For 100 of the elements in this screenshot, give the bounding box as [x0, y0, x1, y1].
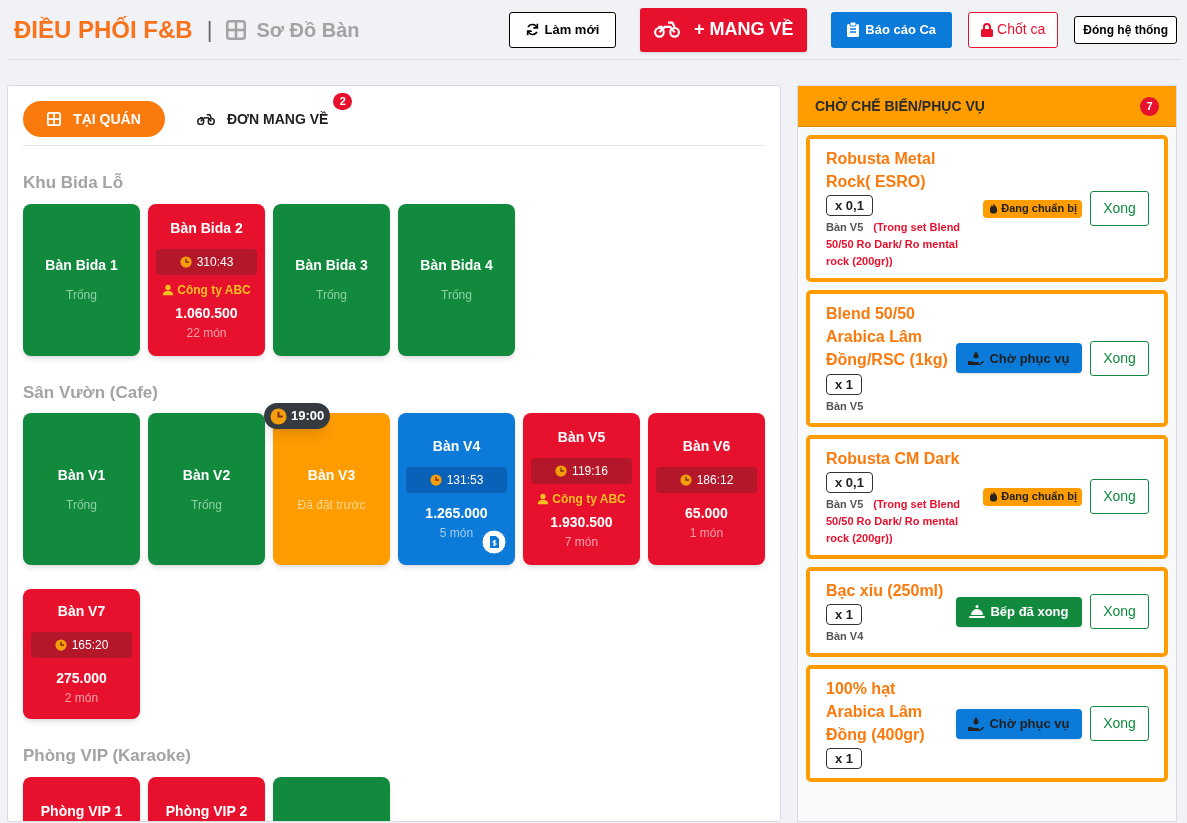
table-card[interactable]: Bàn Bida 3 Trống [273, 203, 390, 356]
done-button[interactable]: Xong [1090, 706, 1149, 742]
table-name: Bàn V1 [57, 465, 106, 485]
refresh-icon [525, 23, 539, 36]
table-status: Trống [316, 287, 347, 304]
elapsed-time: 310:43 [196, 253, 234, 271]
item-name: Blend 50/50 Arabica Lâm Đồng/RSC (1kg) [826, 304, 949, 371]
item-details: Bàn V5 [826, 398, 865, 414]
item-name: Bạc xỉu (250ml) [826, 580, 944, 601]
done-button[interactable]: Xong [1090, 479, 1149, 515]
item-count: 5 món [439, 525, 474, 542]
preparing-badge: Đang chuẩn bị [983, 199, 1082, 218]
table-total: 65.000 [685, 504, 728, 523]
clock-icon [54, 639, 67, 651]
clock-icon [679, 474, 692, 486]
lock-icon [981, 22, 994, 37]
table-name: Bàn V7 [57, 602, 106, 621]
done-button[interactable]: Xong [1090, 191, 1149, 227]
table-status: Đã đặt trước [297, 496, 366, 514]
clock-icon [555, 465, 568, 477]
customer-name: Công ty ABC [552, 491, 626, 508]
item-count: 2 món [64, 690, 99, 707]
item-name: Robusta Metal Rock( ESRO) [826, 149, 937, 192]
grid-icon [226, 19, 247, 40]
item-count: 1 món [689, 525, 724, 542]
waiting-serve-button[interactable]: Chờ phục vụ [956, 343, 1082, 374]
quantity-badge: x 1 [826, 604, 863, 626]
clock-icon [270, 407, 287, 425]
motorbike-icon [654, 20, 680, 39]
motorbike-icon [197, 112, 215, 126]
table-name: Bàn V4 [432, 437, 481, 456]
service-bell-icon [969, 605, 986, 619]
table-card[interactable]: Bàn V6 186:12 65.000 1 món [648, 413, 765, 565]
table-name: Bàn Bida 4 [420, 256, 493, 275]
report-button[interactable]: Báo cáo Ca [831, 11, 953, 48]
tab[interactable]: TẠI QUÁN [23, 101, 165, 137]
queue-title: CHỜ CHẾ BIẾN/PHỤC VỤ [815, 96, 985, 116]
preparing-badge: Đang chuẩn bị [983, 487, 1082, 506]
clipboard-icon [847, 22, 860, 37]
table-name: Bàn V3 [307, 465, 356, 485]
table-card[interactable]: Bàn Bida 4 Trống [398, 203, 515, 356]
elapsed-time: 186:12 [696, 472, 734, 489]
table-name: Bàn Bida 2 [170, 218, 243, 238]
table-name: Bàn V5 [557, 428, 606, 447]
clock-icon [429, 474, 442, 486]
table-card[interactable]: Bàn Bida 1 Trống [23, 203, 140, 356]
table-name: Bàn Bida 3 [295, 256, 368, 275]
table-status: Trống [66, 496, 97, 514]
serving-hand-icon [968, 716, 985, 731]
table-card[interactable]: Bàn V7 165:20 275.000 2 món [23, 589, 140, 719]
close-shift-button[interactable]: Chốt ca [968, 11, 1059, 48]
item-count: 22 món [186, 324, 227, 342]
count-badge: 2 [333, 93, 353, 110]
waiting-serve-button[interactable]: Chờ phục vụ [956, 708, 1082, 739]
flame-icon [988, 491, 1000, 503]
done-button[interactable]: Xong [1090, 340, 1149, 376]
takeaway-button[interactable]: + MANG VỀ [640, 7, 808, 52]
table-card[interactable]: Bàn V4 131:53 1.265.000 5 món [398, 413, 515, 565]
table-card[interactable]: Bàn V5 119:16 Công ty ABC 1.930.500 7 món [523, 413, 640, 565]
table-card[interactable]: Bàn Bida 2 310:43 Công ty ABC 1.060.500 22 món [148, 203, 265, 356]
table-name: Phòng VIP 2 [165, 801, 248, 821]
area-title: Sân Vườn (Cafe) [23, 381, 159, 404]
kitchen-done-button[interactable]: Bếp đã xong [956, 596, 1082, 627]
area-title: Khu Bida Lỗ [23, 172, 125, 194]
item-count: 7 món [564, 534, 599, 551]
table-name: Bàn Bida 1 [45, 256, 118, 275]
table-card[interactable]: Bàn V2 Trống [148, 413, 265, 565]
item-name: Robusta CM Dark [826, 448, 960, 469]
page-subtitle: Sơ Đồ Bàn [256, 17, 360, 43]
shutdown-button[interactable]: Đóng hệ thống [1074, 15, 1177, 44]
table-total: 275.000 [56, 669, 107, 688]
table-name: Bàn V2 [182, 465, 231, 485]
table-card[interactable]: Phòng VIP 2 [148, 776, 265, 821]
table-status: Trống [66, 287, 97, 304]
table-card[interactable]: Bàn V1 Trống [23, 413, 140, 565]
clock-icon [179, 255, 192, 268]
table-total: 1.060.500 [175, 303, 238, 323]
table-total: 1.265.000 [425, 504, 488, 523]
item-name: 100% hạt Arabica Lâm Đồng (400gr) [826, 679, 926, 746]
quantity-badge: x 0,1 [826, 471, 873, 493]
flame-icon [988, 203, 1000, 215]
table-name: Bàn V6 [682, 437, 731, 456]
person-icon [537, 493, 550, 505]
elapsed-time: 165:20 [71, 637, 109, 654]
table-status: Trống [441, 287, 472, 304]
quantity-badge: x 1 [826, 373, 863, 395]
elapsed-time: 131:53 [446, 472, 484, 489]
refresh-button[interactable]: Làm mới [508, 11, 617, 48]
item-details: Bàn V5 (Trong set Blend 50/50 Ro Dark/ Ro mental rock (200gr)) [826, 496, 962, 546]
count-badge: 7 [1140, 96, 1159, 116]
item-details: Bàn V5 (Trong set Blend 50/50 Ro Dark/ Ro mental rock (200gr)) [826, 220, 962, 270]
title-separator: | [206, 16, 213, 44]
table-name: Phòng VIP 1 [40, 801, 123, 821]
table-card[interactable]: Phòng VIP 1 [23, 776, 140, 821]
person-icon [162, 283, 175, 296]
item-details: Bàn V4 [826, 629, 865, 645]
done-button[interactable]: Xong [1090, 594, 1149, 630]
area-title: Phòng VIP (Karaoke) [23, 745, 192, 767]
quantity-badge: x 1 [826, 748, 863, 770]
grid-icon [47, 112, 62, 126]
